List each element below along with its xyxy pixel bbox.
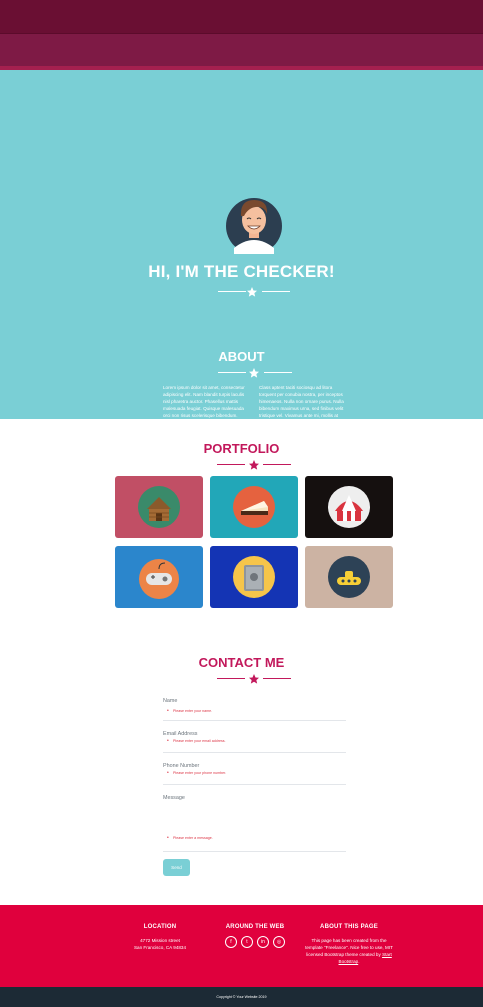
copyright: Copyright © Your Website 2019 (0, 987, 483, 1007)
star-icon (247, 287, 257, 297)
star-icon (249, 460, 259, 470)
phone-label: Phone Number (163, 763, 200, 769)
portfolio-item-circus[interactable] (305, 476, 393, 538)
star-icon (249, 674, 259, 684)
name-field[interactable]: Name Please enter your name. (163, 698, 346, 721)
masthead-heading: HI, I'M THE CHECKER! (148, 262, 335, 281)
email-label: Email Address (163, 731, 198, 737)
about-heading: ABOUT (218, 349, 265, 364)
about-page-body: This page has been created from the temp… (305, 938, 393, 957)
circus-tent-icon (328, 486, 370, 528)
portfolio-grid (115, 476, 394, 608)
navbar-band (0, 33, 483, 67)
cabin-icon (138, 486, 180, 528)
portfolio-item-cabin[interactable] (115, 476, 203, 538)
email-error: Please enter your email address. (167, 738, 346, 744)
phone-error: Please enter your phone number. (167, 770, 346, 776)
portfolio-heading: PORTFOLIO (203, 441, 280, 456)
footer: LOCATION 4772 Mission street San Francis… (0, 905, 483, 987)
address-line-1: 4772 Mission street (140, 938, 180, 943)
star-icon (249, 368, 259, 378)
masthead-divider (218, 286, 290, 298)
portfolio-item-game-controller[interactable] (115, 546, 203, 608)
footer-location: LOCATION 4772 Mission street San Francis… (125, 905, 195, 951)
portfolio-section: PORTFOLIO (0, 419, 483, 639)
linkedin-icon[interactable]: in (257, 936, 269, 948)
portfolio-item-submarine[interactable] (305, 546, 393, 608)
message-label: Message (163, 795, 185, 801)
footer-web: AROUND THE WEB f t in ◎ (215, 905, 295, 948)
contact-divider (217, 673, 291, 685)
top-navbar (0, 0, 483, 70)
about-page-suffix: . (358, 959, 360, 964)
contact-heading: CONTACT ME (198, 655, 285, 670)
name-error: Please enter your name. (167, 708, 346, 714)
safe-icon (233, 556, 275, 598)
game-controller-icon (139, 559, 179, 599)
message-field[interactable]: Message Please enter a message. (163, 785, 346, 852)
masthead: HI, I'M THE CHECKER! ABOUT Lorem ipsum d… (0, 70, 483, 465)
about-page-text: This page has been created from the temp… (303, 937, 395, 965)
portfolio-item-cake[interactable] (210, 476, 298, 538)
facebook-icon[interactable]: f (225, 936, 237, 948)
submarine-icon (328, 556, 370, 598)
phone-field[interactable]: Phone Number Please enter your phone num… (163, 753, 346, 785)
twitter-icon[interactable]: t (241, 936, 253, 948)
location-heading: LOCATION (143, 924, 177, 930)
web-heading: AROUND THE WEB (225, 924, 285, 930)
about-divider (218, 367, 292, 379)
dribbble-icon[interactable]: ◎ (273, 936, 285, 948)
contact-form: Name Please enter your name. Email Addre… (163, 698, 346, 852)
send-button[interactable]: Send (163, 859, 190, 876)
footer-about: ABOUT THIS PAGE This page has been creat… (303, 905, 395, 965)
portfolio-divider (217, 459, 291, 471)
about-page-heading: ABOUT THIS PAGE (320, 924, 378, 930)
avatar (226, 198, 282, 254)
location-address: 4772 Mission street San Francisco, CA 94… (125, 937, 195, 951)
address-line-2: San Francisco, CA 94834 (133, 945, 187, 950)
contact-section: CONTACT ME Name Please enter your name. … (0, 640, 483, 905)
cake-icon (233, 486, 275, 528)
email-field[interactable]: Email Address Please enter your email ad… (163, 721, 346, 753)
social-links: f t in ◎ (215, 936, 295, 948)
message-error: Please enter a message. (167, 835, 346, 841)
portfolio-item-safe[interactable] (210, 546, 298, 608)
name-label: Name (163, 698, 178, 704)
